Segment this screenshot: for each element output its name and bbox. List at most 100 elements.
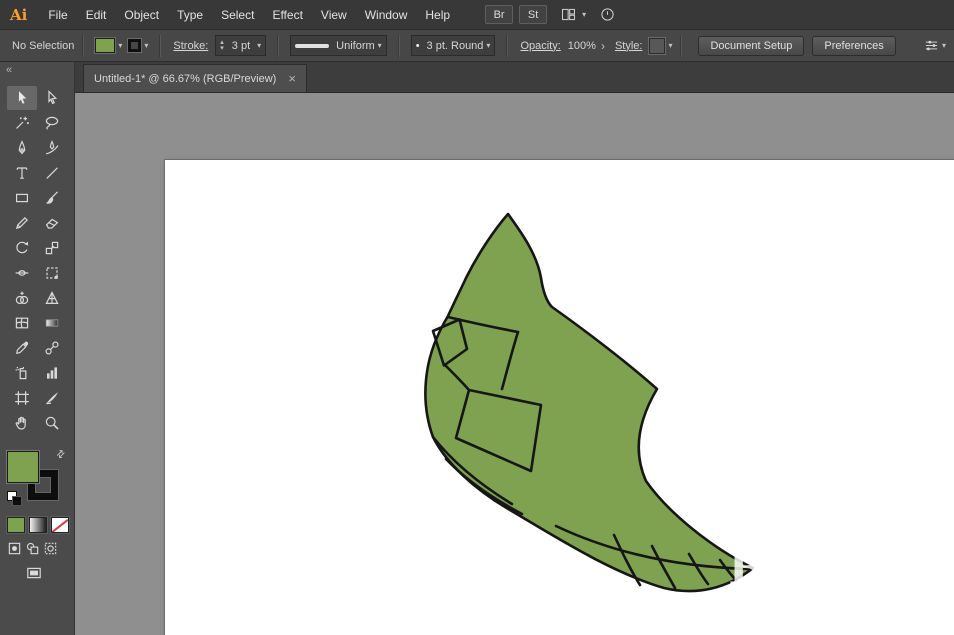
tool-column-graph[interactable]: [37, 361, 67, 385]
tool-lasso[interactable]: [37, 111, 67, 135]
gradient-button[interactable]: [29, 517, 47, 533]
menu-object[interactable]: Object: [115, 8, 168, 22]
tool-slice[interactable]: [37, 386, 67, 410]
chevron-down-icon[interactable]: ▾: [144, 42, 148, 50]
swap-fill-stroke-icon[interactable]: ⇄: [54, 448, 68, 462]
menu-window[interactable]: Window: [356, 8, 417, 22]
separator: [277, 35, 279, 57]
tool-rectangle[interactable]: [7, 186, 37, 210]
style-panel-link[interactable]: Style:: [615, 40, 643, 52]
tool-pen[interactable]: [7, 136, 37, 160]
hand-icon: [14, 415, 30, 431]
stepper-down-icon[interactable]: ▾: [220, 46, 224, 52]
menu-type[interactable]: Type: [168, 8, 212, 22]
workspace-switcher[interactable]: ▾: [561, 7, 586, 22]
draw-behind-icon[interactable]: [25, 541, 40, 556]
tool-hand[interactable]: [7, 411, 37, 435]
menu-select[interactable]: Select: [212, 8, 263, 22]
tools-panel: «: [0, 62, 75, 635]
tool-shape-builder[interactable]: [7, 286, 37, 310]
tool-paintbrush[interactable]: [37, 186, 67, 210]
tool-line-segment[interactable]: [37, 161, 67, 185]
menu-file[interactable]: File: [39, 8, 76, 22]
default-fill-stroke-icon[interactable]: [7, 491, 23, 505]
tool-curvature[interactable]: [37, 136, 67, 160]
document-tab[interactable]: Untitled-1* @ 66.67% (RGB/Preview) ×: [83, 64, 307, 92]
chevron-down-icon[interactable]: ▾: [378, 42, 382, 50]
chevron-down-icon[interactable]: ▾: [486, 42, 490, 50]
bridge-button[interactable]: Br: [485, 5, 513, 24]
chevron-down-icon[interactable]: ▾: [257, 42, 261, 50]
opacity-value[interactable]: 100%: [568, 40, 596, 52]
chevron-down-icon[interactable]: ▾: [668, 42, 672, 50]
stroke-weight-value[interactable]: 3 pt: [228, 40, 254, 52]
width-profile-value[interactable]: Uniform: [336, 40, 375, 52]
separator: [398, 35, 400, 57]
draw-inside-icon[interactable]: [43, 541, 58, 556]
document-setup-button[interactable]: Document Setup: [698, 36, 804, 56]
metapod-body[interactable]: [425, 214, 753, 591]
tool-symbol-sprayer[interactable]: [7, 361, 37, 385]
stroke-color-control[interactable]: ▾: [128, 39, 148, 52]
menu-view[interactable]: View: [312, 8, 356, 22]
screen-mode-icon: [26, 565, 42, 581]
chevron-down-icon[interactable]: ▾: [118, 42, 122, 50]
fill-swatch[interactable]: [95, 38, 115, 53]
tool-rotate[interactable]: [7, 236, 37, 260]
tool-magic-wand[interactable]: [7, 111, 37, 135]
tool-artboard[interactable]: [7, 386, 37, 410]
tool-direct-selection[interactable]: [37, 86, 67, 110]
close-icon[interactable]: ×: [288, 71, 296, 86]
sliders-icon: [924, 38, 939, 53]
tool-gradient[interactable]: [37, 311, 67, 335]
document-canvas[interactable]: B: [75, 93, 954, 635]
stroke-swatch[interactable]: [128, 39, 141, 52]
stroke-panel-link[interactable]: Stroke:: [173, 40, 208, 52]
chevron-right-icon[interactable]: ›: [601, 39, 605, 53]
menu-effect[interactable]: Effect: [263, 8, 311, 22]
type-icon: [14, 165, 30, 181]
document-tab-title: Untitled-1* @ 66.67% (RGB/Preview): [94, 73, 276, 85]
draw-normal-icon[interactable]: [7, 541, 22, 556]
control-panel-options[interactable]: ▾: [924, 38, 946, 53]
tool-width[interactable]: [7, 261, 37, 285]
tool-eyedropper[interactable]: [7, 336, 37, 360]
tool-perspective-grid[interactable]: [37, 286, 67, 310]
separator: [82, 35, 84, 57]
color-button[interactable]: [7, 517, 25, 533]
width-profile-dropdown[interactable]: Uniform ▾: [290, 35, 387, 56]
stroke-weight-field[interactable]: ▴▾ 3 pt ▾: [215, 35, 266, 56]
tool-blend[interactable]: [37, 336, 67, 360]
sync-status[interactable]: [600, 7, 615, 22]
stock-button[interactable]: St: [519, 5, 547, 24]
chevron-down-icon: ▾: [582, 11, 586, 19]
fill-color-control[interactable]: ▾: [95, 38, 122, 53]
slice-icon: [44, 390, 60, 406]
mesh-icon: [14, 315, 30, 331]
stroke-weight-stepper[interactable]: ▴▾: [220, 40, 224, 52]
tool-selection[interactable]: [7, 86, 37, 110]
tool-pencil[interactable]: [7, 211, 37, 235]
tool-type[interactable]: [7, 161, 37, 185]
none-button[interactable]: [51, 517, 69, 533]
screen-mode-button[interactable]: [26, 565, 74, 586]
opacity-panel-link[interactable]: Opacity:: [520, 40, 560, 52]
collapse-panel-icon[interactable]: «: [0, 62, 74, 78]
draw-mode-row: [7, 541, 74, 556]
tool-mesh[interactable]: [7, 311, 37, 335]
style-swatch[interactable]: [649, 38, 665, 54]
preferences-button[interactable]: Preferences: [812, 36, 895, 56]
menu-edit[interactable]: Edit: [77, 8, 116, 22]
brush-value[interactable]: 3 pt. Round: [427, 40, 484, 52]
brush-dropdown[interactable]: • 3 pt. Round ▾: [411, 35, 496, 56]
app-logo: Ai: [10, 6, 27, 24]
fill-color-box[interactable]: [7, 451, 39, 483]
eyedropper-icon: [14, 340, 30, 356]
watermark-letter: B: [728, 544, 765, 595]
menu-help[interactable]: Help: [416, 8, 459, 22]
tool-free-transform[interactable]: [37, 261, 67, 285]
tool-eraser[interactable]: [37, 211, 67, 235]
tool-scale[interactable]: [37, 236, 67, 260]
scale-icon: [44, 240, 60, 256]
tool-zoom[interactable]: [37, 411, 67, 435]
